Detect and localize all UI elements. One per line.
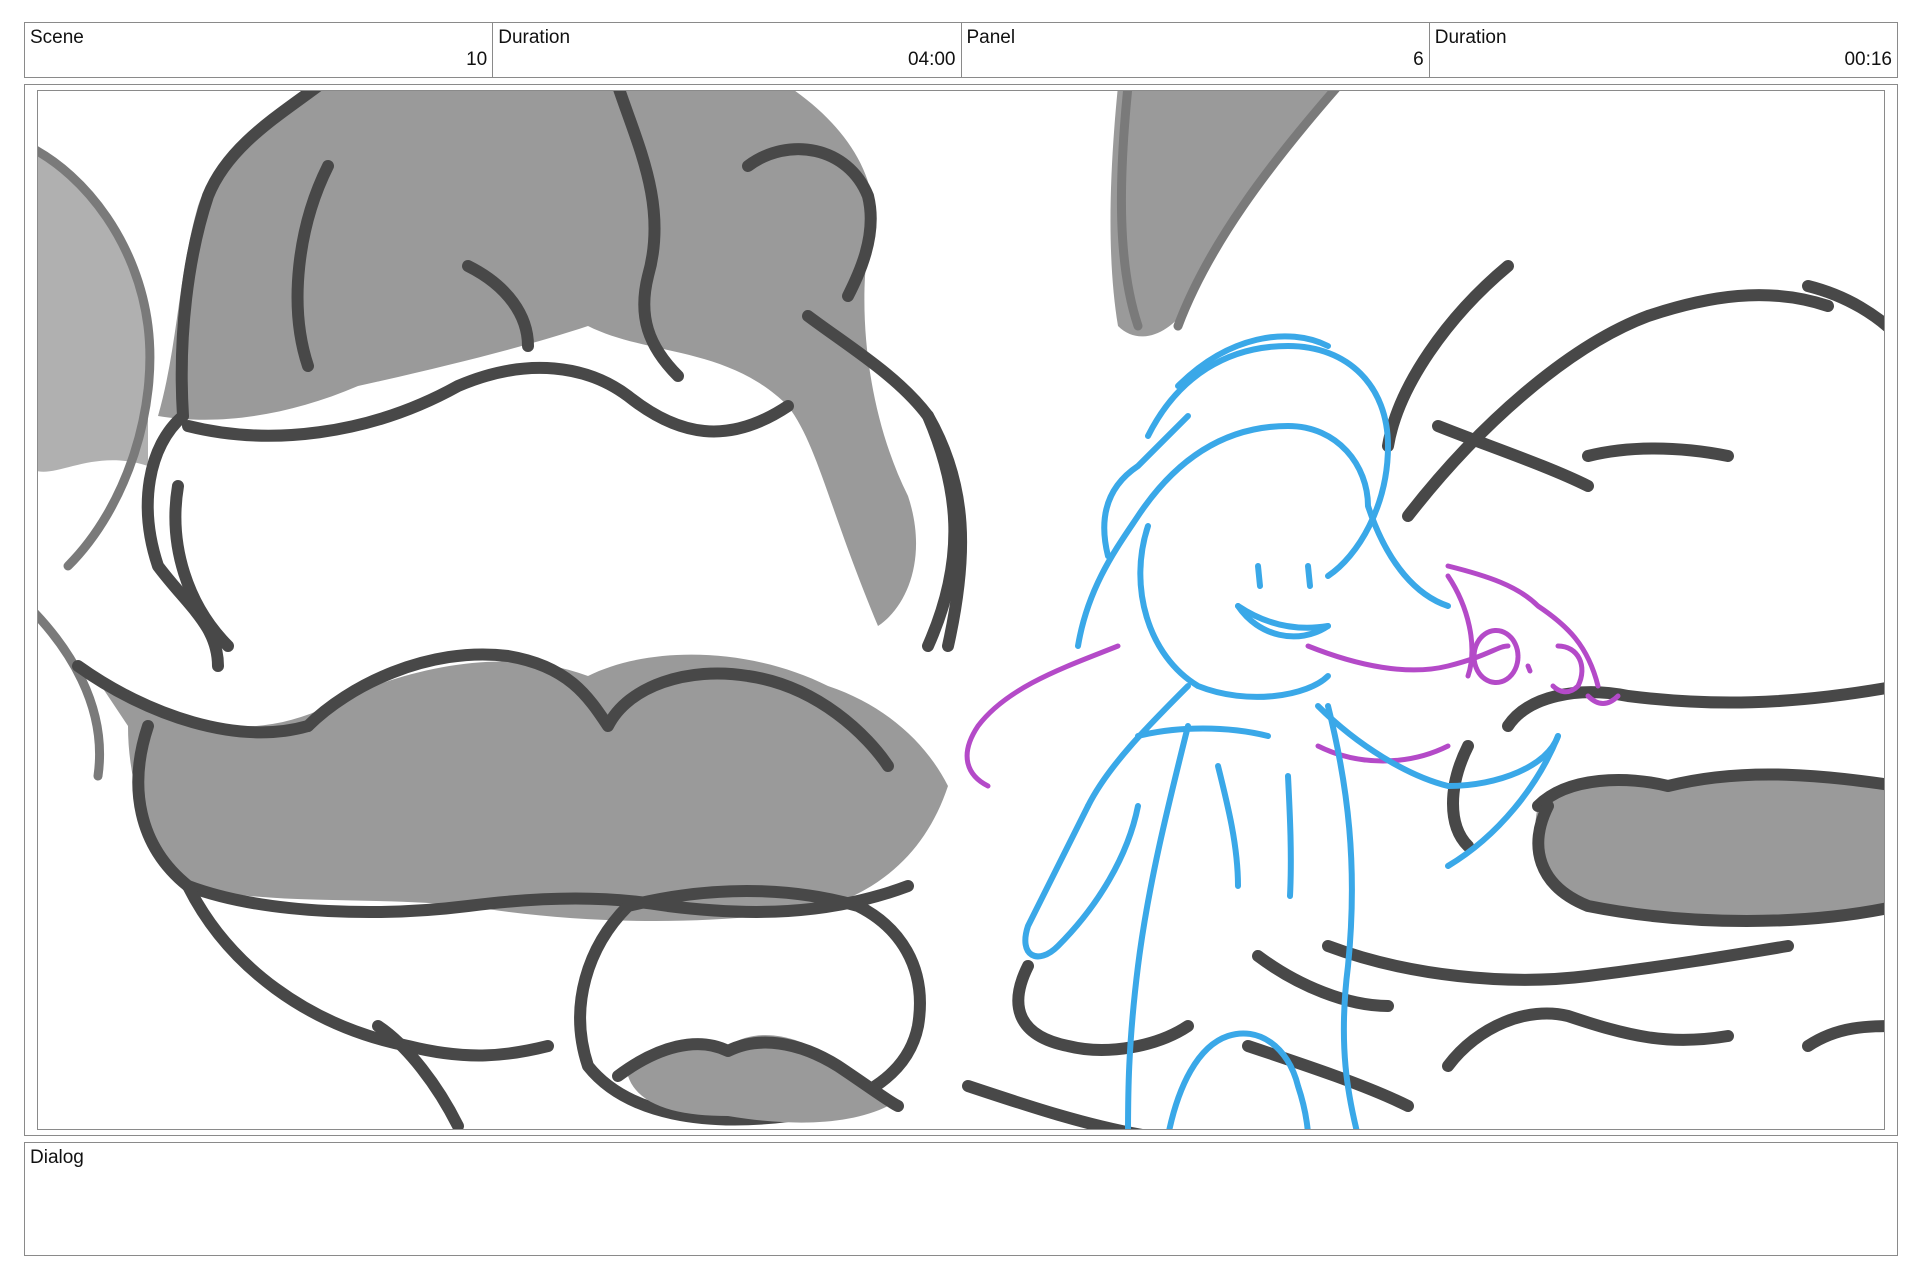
dialog-box: Dialog	[24, 1142, 1898, 1256]
panel-label: Panel	[966, 27, 1016, 48]
dialog-label: Dialog	[30, 1147, 84, 1168]
storyboard-header: Scene 10 Duration 04:00 Panel 6 Duration…	[24, 22, 1898, 78]
panel-value: 6	[1413, 49, 1424, 70]
sketch-canvas	[38, 91, 1884, 1129]
scene-duration-cell: Duration 04:00	[493, 23, 962, 77]
panel-cell: Panel 6	[962, 23, 1430, 77]
scene-duration-label: Duration	[498, 27, 571, 48]
scene-label: Scene	[30, 27, 84, 48]
scene-duration-value: 04:00	[907, 49, 956, 70]
storyboard-panel-frame	[24, 84, 1898, 1136]
panel-duration-value: 00:16	[1844, 49, 1892, 70]
panel-duration-cell: Duration 00:16	[1430, 23, 1897, 77]
storyboard-drawing	[37, 90, 1885, 1130]
scene-cell: Scene 10	[25, 23, 494, 77]
panel-duration-label: Duration	[1434, 27, 1507, 48]
scene-value: 10	[466, 49, 488, 70]
